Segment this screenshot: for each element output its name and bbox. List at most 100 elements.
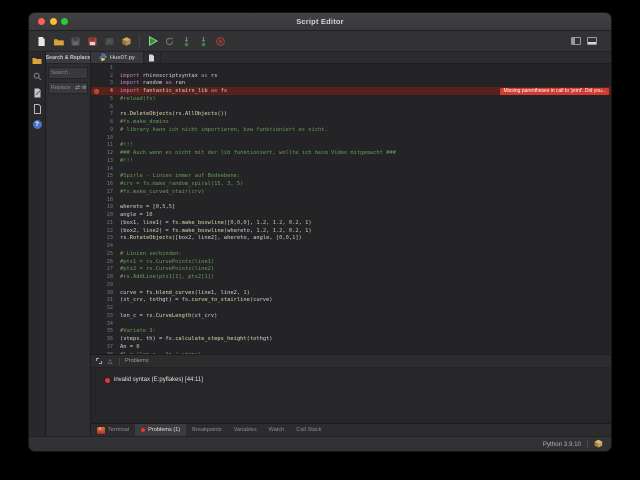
error-dot-icon	[141, 428, 146, 432]
step-over-icon[interactable]	[197, 35, 210, 48]
bottom-tab-bar: >_ Terminal Problems (1) Breakpoints Variabl…	[91, 423, 611, 436]
bottom-tab-watch[interactable]: Watch	[263, 424, 291, 436]
folder-icon[interactable]	[32, 55, 43, 66]
code-line-10[interactable]: 10	[91, 134, 611, 142]
search-replace-title: Search & Replace	[46, 54, 90, 61]
code-line-36[interactable]: 36 (steps, th) = fs.calculate_steps_heigh…	[91, 335, 611, 343]
code-text: import fantastic_stairs_lib as fs	[120, 88, 228, 95]
code-line-25[interactable]: 25 # Linien verbinden:	[91, 250, 611, 258]
step-into-icon[interactable]	[180, 35, 193, 48]
problems-panel-header: △ Problems	[91, 354, 611, 368]
bottom-tab-terminal[interactable]: >_ Terminal	[91, 424, 135, 436]
code-text: (steps, th) = fs.calculate_steps_height(…	[120, 336, 273, 343]
code-line-32[interactable]: 32	[91, 304, 611, 312]
code-line-29[interactable]: 29	[91, 281, 611, 289]
document-icon[interactable]	[32, 103, 43, 114]
new-tab-button[interactable]	[144, 52, 161, 63]
close-button[interactable]	[38, 18, 45, 25]
problems-panel-body: invalid syntax (E:pyflakes) [44:11]	[91, 368, 611, 423]
replace-all-icon[interactable]: ⇉	[81, 85, 86, 91]
tab-hue07-py[interactable]: Hue07.py	[91, 52, 144, 63]
code-line-12[interactable]: 12 ### Auch wenn es nicht mit der lib fun…	[91, 149, 611, 157]
line-number: 8	[109, 119, 113, 126]
code-line-11[interactable]: 11 #!!!	[91, 142, 611, 150]
stop-icon[interactable]	[214, 35, 227, 48]
save-icon[interactable]	[69, 35, 82, 48]
bottom-tab-breakpoints[interactable]: Breakpoints	[186, 424, 228, 436]
python-version[interactable]: Python 3.9.10	[543, 441, 581, 448]
script-icon[interactable]	[32, 87, 43, 98]
code-line-8[interactable]: 8 #fs.make_domino	[91, 118, 611, 126]
zoom-button[interactable]	[61, 18, 68, 25]
code-line-3[interactable]: 3 import random as ran	[91, 80, 611, 88]
open-folder-icon[interactable]	[52, 35, 65, 48]
panel-header-title: Problems	[125, 358, 149, 364]
problem-item[interactable]: invalid syntax (E:pyflakes) [44:11]	[105, 377, 611, 383]
line-number: 35	[106, 328, 113, 335]
code-line-18[interactable]: 18	[91, 196, 611, 204]
restart-icon[interactable]	[163, 35, 176, 48]
code-line-23[interactable]: 23 rs.RotateObjects([box2, line2], wheret…	[91, 235, 611, 243]
search-replace-header[interactable]: Search & Replace	[46, 52, 90, 64]
line-number: 5	[109, 95, 113, 102]
toggle-panel-icon[interactable]	[587, 37, 597, 45]
line-number: 37	[106, 343, 113, 350]
bottom-tab-problems-1[interactable]: Problems (1)	[135, 424, 187, 436]
search-icon[interactable]	[32, 71, 43, 82]
help-icon[interactable]: ?	[32, 119, 43, 130]
code-line-5[interactable]: 5 #reload(fs)	[91, 95, 611, 103]
line-number: 16	[106, 181, 113, 188]
code-line-17[interactable]: 17 #fs.make_curved_stair(crv)	[91, 188, 611, 196]
code-line-9[interactable]: 9 # library kann ich nicht importieren, b…	[91, 126, 611, 134]
code-line-34[interactable]: 34	[91, 320, 611, 328]
code-line-21[interactable]: 21 (box1, line1) = fs.make_boxwline([0,0,…	[91, 219, 611, 227]
code-line-15[interactable]: 15 #Spirle - Linien immer auf Bodeebene:	[91, 173, 611, 181]
code-line-27[interactable]: 27 #pts2 = rs.CurvePoints(line2)	[91, 266, 611, 274]
code-text: #pts1 = rs.CurvePoints(line1)	[120, 258, 215, 265]
code-line-31[interactable]: 31 (st_crv, tothgt) = fs.curve_to_stairli…	[91, 297, 611, 305]
code-line-4[interactable]: 4 import fantastic_stairs_lib as fs Missin…	[91, 87, 611, 95]
code-line-37[interactable]: 37 An = 0	[91, 343, 611, 351]
code-line-30[interactable]: 30 curve = fs.blend_curves(line1, line2, …	[91, 289, 611, 297]
code-line-38[interactable]: 38#l = (len_c - An / steps)	[91, 351, 611, 354]
replace-one-icon[interactable]: ⇄	[75, 85, 80, 91]
code-line-33[interactable]: 33 len_c = rs.CurveLength(st_crv)	[91, 312, 611, 320]
code-line-20[interactable]: 20 angle = 10	[91, 211, 611, 219]
bottom-tab-variables[interactable]: Variables	[228, 424, 263, 436]
code-text: len_c = rs.CurveLength(st_crv)	[120, 312, 218, 319]
title-bar[interactable]: Script Editor	[29, 13, 611, 31]
code-line-24[interactable]: 24	[91, 242, 611, 250]
minimize-button[interactable]	[49, 18, 57, 25]
code-line-2[interactable]: 2 import rhinoscriptsyntax as rs	[91, 72, 611, 80]
code-line-13[interactable]: 13 #!!!	[91, 157, 611, 165]
code-editor[interactable]: 1 2 import rhinoscriptsyntax as rs 3 import …	[91, 64, 611, 354]
selection-icon[interactable]	[95, 357, 103, 365]
bottom-tab-label: Variables	[233, 427, 257, 433]
code-line-28[interactable]: 28 #rs.AddLine(pts1[1], pts2[1])	[91, 273, 611, 281]
package-icon[interactable]	[120, 35, 133, 48]
package-manager-icon[interactable]	[594, 439, 603, 450]
line-number: 34	[106, 320, 113, 327]
save-as-icon[interactable]	[86, 35, 99, 48]
code-line-16[interactable]: 16 #crv = fs.make_random_spiral(15, 3, 5)	[91, 180, 611, 188]
code-line-22[interactable]: 22 (box2, line2) = fs.make_boxwline(where…	[91, 227, 611, 235]
toggle-sidebar-icon[interactable]	[571, 37, 581, 45]
code-text: rs.DeleteObjects(rs.AllObjects())	[120, 111, 228, 118]
bottom-tab-call-stack[interactable]: Call Stack	[290, 424, 327, 436]
code-line-1[interactable]: 1	[91, 64, 611, 72]
code-line-7[interactable]: 7 rs.DeleteObjects(rs.AllObjects())	[91, 111, 611, 119]
code-line-14[interactable]: 14	[91, 165, 611, 173]
warning-triangle-icon[interactable]: △	[106, 357, 114, 365]
run-icon[interactable]	[146, 35, 159, 48]
code-text: (st_crv, tothgt) = fs.curve_to_stairline…	[120, 297, 273, 304]
search-input[interactable]	[49, 70, 87, 76]
publish-icon[interactable]	[103, 35, 116, 48]
code-line-6[interactable]: 6	[91, 103, 611, 111]
search-replace-panel: Search & Replace ⇄ ⇉	[46, 52, 91, 436]
code-line-35[interactable]: 35 #Variate 3:	[91, 328, 611, 336]
code-line-26[interactable]: 26 #pts1 = rs.CurvePoints(line1)	[91, 258, 611, 266]
line-number: 25	[106, 250, 113, 257]
new-file-icon[interactable]	[35, 35, 48, 48]
error-gutter[interactable]	[91, 88, 101, 94]
code-line-19[interactable]: 19 whereto = [0,5,5]	[91, 204, 611, 212]
